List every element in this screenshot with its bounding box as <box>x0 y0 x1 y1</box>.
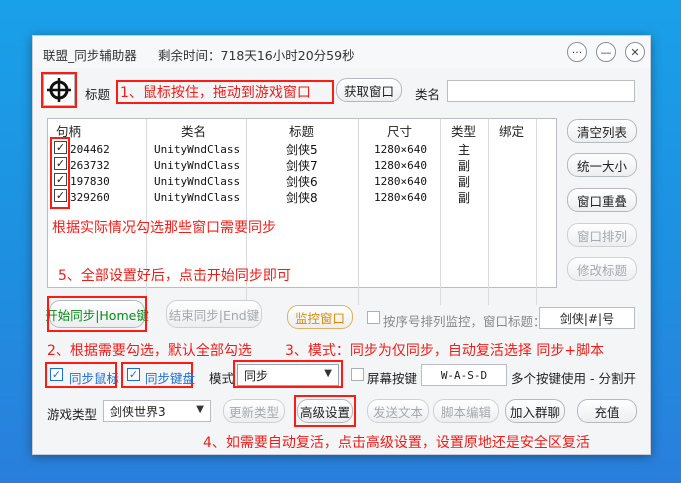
col-sep <box>358 119 359 305</box>
monitor-window-button[interactable]: 监控窗口 <box>287 305 353 329</box>
cell-handle: 204462 <box>70 143 110 156</box>
game-type-value: 剑侠世界3 <box>110 404 166 419</box>
cell-title: 剑侠8 <box>286 191 318 205</box>
header-class[interactable]: 类名 <box>181 121 206 140</box>
minimize-icon: — <box>600 45 612 59</box>
screen-keys-checkbox[interactable] <box>351 368 364 381</box>
script-edit-button[interactable]: 脚本编辑 <box>433 399 499 423</box>
advanced-settings-button[interactable]: 高级设置 <box>297 399 353 423</box>
annotation4-text: 4、如需要自动复活，点击高级设置，设置原地还是安全区复活 <box>203 435 590 451</box>
unify-size-button[interactable]: 统一大小 <box>567 153 637 177</box>
close-button[interactable]: ✕ <box>625 42 645 62</box>
window-list[interactable]: 句柄 类名 标题 尺寸 类型 绑定 ✓ 204462 UnityWndClass… <box>47 118 557 305</box>
cell-handle: 329260 <box>70 191 110 204</box>
sync-keyboard-checkbox[interactable]: ✓ <box>127 368 140 381</box>
get-window-button[interactable]: 获取窗口 <box>336 78 402 102</box>
cell-size: 1280×640 <box>374 191 427 204</box>
order-monitor-checkbox[interactable] <box>367 311 380 324</box>
checkbox-highlight <box>50 137 70 209</box>
classname-input[interactable] <box>447 80 635 102</box>
multi-keys-hint: 多个按键使用 - 分割开 <box>511 371 636 386</box>
cell-type: 副 <box>458 159 471 173</box>
game-type-select[interactable]: 剑侠世界3 ▼ <box>103 400 211 422</box>
cell-handle: 263732 <box>70 159 110 172</box>
cell-size: 1280×640 <box>374 143 427 156</box>
cell-size: 1280×640 <box>374 175 427 188</box>
header-size[interactable]: 尺寸 <box>387 121 412 140</box>
sync-keyboard-label: 同步键盘 <box>145 371 196 386</box>
cell-handle: 197830 <box>70 175 110 188</box>
order-monitor-label: 按序号排列监控，窗口标题： <box>383 314 546 329</box>
screen-keys-label: 屏幕按键 <box>367 371 418 386</box>
mode-select[interactable]: 同步 ▼ <box>237 364 339 386</box>
sync-mouse-label: 同步鼠标 <box>69 371 120 386</box>
title-pattern-input[interactable]: 剑侠|#|号 <box>539 307 635 329</box>
stack-windows-button[interactable]: 窗口重叠 <box>567 188 637 212</box>
cell-title: 剑侠7 <box>286 159 318 173</box>
annotation3-text: 3、模式：同步为仅同步，自动复活选择 同步+脚本 <box>285 343 605 359</box>
mode-value: 同步 <box>244 368 269 383</box>
cell-class: UnityWndClass <box>154 159 241 172</box>
annotation5-text: 5、全部设置好后，点击开始同步即可 <box>58 268 291 284</box>
col-sep <box>536 119 537 305</box>
cell-size: 1280×640 <box>374 159 427 172</box>
mode-label: 模式 <box>209 371 235 386</box>
clear-list-button[interactable]: 清空列表 <box>567 119 637 143</box>
header-type[interactable]: 类型 <box>451 121 476 140</box>
rename-title-button[interactable]: 修改标题 <box>567 257 637 281</box>
main-window: 联盟_同步辅助器 剩余时间：718天16小时20分59秒 ··· — ✕ 标题 … <box>32 35 651 455</box>
cell-type: 主 <box>458 143 471 157</box>
header-title[interactable]: 标题 <box>289 121 314 140</box>
game-type-label: 游戏类型 <box>47 407 98 422</box>
title-bar: 联盟_同步辅助器 剩余时间：718天16小时20分59秒 ··· — ✕ <box>33 36 650 68</box>
cell-class: UnityWndClass <box>154 143 241 156</box>
join-group-button[interactable]: 加入群聊 <box>505 399 565 423</box>
cell-type: 副 <box>458 175 471 189</box>
app-title: 联盟_同步辅助器 <box>43 48 137 63</box>
send-text-button[interactable]: 发送文本 <box>367 399 429 423</box>
cell-class: UnityWndClass <box>154 191 241 204</box>
close-icon: ✕ <box>630 45 640 59</box>
cell-type: 副 <box>458 191 471 205</box>
classname-label: 类名 <box>415 87 441 102</box>
sync-mouse-checkbox[interactable]: ✓ <box>50 368 63 381</box>
annotation2-text: 2、根据需要勾选，默认全部勾选 <box>47 343 252 359</box>
more-options-button[interactable]: ··· <box>567 42 587 62</box>
arrange-windows-button[interactable]: 窗口排列 <box>567 223 637 247</box>
cell-class: UnityWndClass <box>154 175 241 188</box>
recharge-button[interactable]: 充值 <box>577 399 637 423</box>
cell-title: 剑侠6 <box>286 175 318 189</box>
keys-input[interactable]: W-A-S-D <box>421 364 507 386</box>
col-sep <box>488 119 489 305</box>
title-label: 标题 <box>85 87 111 102</box>
stop-sync-button[interactable]: 结束同步|End键 <box>166 300 262 328</box>
cell-title: 剑侠5 <box>286 143 318 157</box>
chevron-down-icon: ▼ <box>324 368 332 379</box>
remaining-time: 剩余时间：718天16小时20分59秒 <box>158 48 355 63</box>
chevron-down-icon: ▼ <box>196 404 204 415</box>
col-sep <box>440 119 441 305</box>
header-bind[interactable]: 绑定 <box>499 121 524 140</box>
annotation-check-text: 根据实际情况勾选那些窗口需要同步 <box>52 220 276 236</box>
minimize-button[interactable]: — <box>596 42 616 62</box>
picker-highlight <box>41 72 77 108</box>
update-type-button[interactable]: 更新类型 <box>223 399 285 423</box>
annotation1-text: 1、鼠标按住，拖动到游戏窗口 <box>120 85 311 101</box>
ellipsis-icon: ··· <box>571 45 583 59</box>
start-sync-highlight <box>47 296 147 332</box>
